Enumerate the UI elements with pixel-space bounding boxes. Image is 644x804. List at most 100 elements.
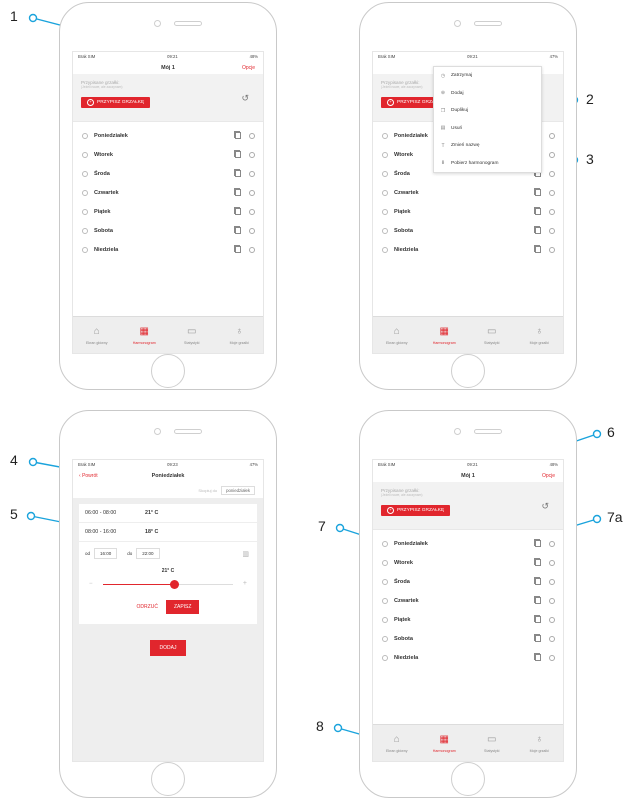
tab-heaters[interactable]: ♁ Moje grzałki — [516, 725, 564, 761]
day-row[interactable]: Poniedziałek — [373, 534, 563, 553]
power-icon[interactable] — [549, 170, 555, 177]
tab-home[interactable]: ⌂ Ekran główny — [73, 317, 121, 353]
home-button[interactable] — [151, 762, 185, 796]
trash-icon[interactable]: ▥ — [242, 550, 249, 558]
day-row[interactable]: Czwartek — [373, 183, 563, 202]
day-row[interactable]: Środa — [73, 164, 263, 183]
menu-item-delete[interactable]: ▤ Usuń — [434, 120, 541, 138]
day-row[interactable]: Piątek — [373, 202, 563, 221]
day-row[interactable]: Sobota — [373, 629, 563, 648]
day-row[interactable]: Sobota — [73, 221, 263, 240]
tab-schedule[interactable]: ▦ Harmonogram — [121, 317, 169, 353]
tab-schedule[interactable]: ▦ Harmonogram — [421, 725, 469, 761]
day-row[interactable]: Sobota — [373, 221, 563, 240]
power-icon[interactable] — [549, 616, 555, 623]
day-row[interactable]: Piątek — [73, 202, 263, 221]
power-icon[interactable] — [249, 189, 255, 196]
radio[interactable] — [82, 246, 88, 253]
day-row[interactable]: Niedziela — [373, 648, 563, 667]
day-row[interactable]: Wtorek — [373, 553, 563, 572]
radio[interactable] — [82, 227, 88, 234]
power-icon[interactable] — [549, 654, 555, 661]
power-icon[interactable] — [249, 208, 255, 215]
power-icon[interactable] — [549, 597, 555, 604]
menu-item-rename[interactable]: T Zmień nazwę — [434, 137, 541, 155]
power-icon[interactable] — [249, 170, 255, 177]
discard-button[interactable]: ODRZUĆ — [137, 604, 158, 610]
copy-icon[interactable] — [233, 149, 241, 158]
power-icon[interactable] — [549, 227, 555, 234]
assign-heater-button[interactable]: + PRZYPISZ GRZAŁKĘ — [381, 504, 451, 516]
day-row[interactable]: Środa — [373, 572, 563, 591]
power-icon[interactable] — [549, 559, 555, 566]
power-icon[interactable] — [549, 246, 555, 253]
copy-icon[interactable] — [233, 187, 241, 196]
plus-icon[interactable]: + — [243, 580, 247, 587]
menu-item-download[interactable]: ⬇ Pobierz harmonogram — [434, 155, 541, 173]
copy-icon[interactable] — [533, 633, 541, 642]
power-icon[interactable] — [249, 132, 255, 139]
power-icon[interactable] — [249, 151, 255, 158]
radio[interactable] — [82, 151, 88, 158]
power-icon[interactable] — [549, 635, 555, 642]
options-button[interactable]: Opcje — [242, 65, 255, 71]
copy-icon[interactable] — [233, 225, 241, 234]
copy-icon[interactable] — [533, 187, 541, 196]
radio[interactable] — [82, 132, 88, 139]
copy-icon[interactable] — [233, 168, 241, 177]
copy-icon[interactable] — [533, 652, 541, 661]
radio[interactable] — [82, 189, 88, 196]
tab-home[interactable]: ⌂ Ekran główny — [373, 317, 421, 353]
history-icon[interactable]: ↺ — [541, 501, 549, 512]
temperature-slider[interactable]: − + — [89, 578, 247, 590]
copy-icon[interactable] — [533, 595, 541, 604]
tab-stats[interactable]: ▭ Statystyki — [468, 725, 516, 761]
day-row[interactable]: Niedziela — [73, 240, 263, 259]
home-button[interactable] — [451, 762, 485, 796]
copy-icon[interactable] — [233, 206, 241, 215]
copy-icon[interactable] — [533, 576, 541, 585]
tab-home[interactable]: ⌂ Ekran główny — [373, 725, 421, 761]
copy-icon[interactable] — [533, 557, 541, 566]
options-button[interactable]: Opcje — [542, 473, 555, 479]
copy-icon[interactable] — [533, 538, 541, 547]
power-icon[interactable] — [549, 540, 555, 547]
save-button[interactable]: ZAPISZ — [165, 600, 200, 614]
menu-item-add[interactable]: ⊕ Dodaj — [434, 85, 541, 103]
power-icon[interactable] — [549, 132, 555, 139]
power-icon[interactable] — [549, 578, 555, 585]
tab-schedule[interactable]: ▦ Harmonogram — [421, 317, 469, 353]
minus-icon[interactable]: − — [89, 581, 93, 587]
to-time-input[interactable]: 22:00 — [136, 548, 160, 559]
copy-icon[interactable] — [233, 130, 241, 139]
slider-thumb[interactable] — [170, 580, 179, 589]
menu-item-duplicate[interactable]: ❐ Duplikuj — [434, 102, 541, 120]
radio[interactable] — [82, 208, 88, 215]
power-icon[interactable] — [249, 227, 255, 234]
tab-heaters[interactable]: ♁ Moje grzałki — [216, 317, 264, 353]
tab-heaters[interactable]: ♁ Moje grzałki — [516, 317, 564, 353]
interval-row[interactable]: 06:00 - 08:00 21° C — [79, 504, 257, 523]
day-row[interactable]: Wtorek — [73, 145, 263, 164]
copy-icon[interactable] — [533, 225, 541, 234]
tab-stats[interactable]: ▭ Statystyki — [468, 317, 516, 353]
menu-item-stop[interactable]: ◷ Zatrzymaj — [434, 67, 541, 85]
history-icon[interactable]: ↺ — [241, 93, 249, 104]
assign-heater-button[interactable]: + PRZYPISZ GRZAŁKĘ — [81, 96, 151, 108]
interval-row[interactable]: 08:00 - 16:00 18° C — [79, 523, 257, 542]
copy-icon[interactable] — [533, 614, 541, 623]
day-row[interactable]: Niedziela — [373, 240, 563, 259]
home-button[interactable] — [451, 354, 485, 388]
tab-stats[interactable]: ▭ Statystyki — [168, 317, 216, 353]
copy-to-select[interactable]: poniedziałek — [221, 485, 255, 495]
power-icon[interactable] — [549, 208, 555, 215]
copy-icon[interactable] — [533, 206, 541, 215]
power-icon[interactable] — [549, 151, 555, 158]
power-icon[interactable] — [549, 189, 555, 196]
add-button[interactable]: DODAJ — [149, 640, 187, 656]
copy-icon[interactable] — [533, 244, 541, 253]
day-row[interactable]: Czwartek — [373, 591, 563, 610]
from-time-input[interactable]: 16:00 — [94, 548, 118, 559]
back-button[interactable]: ‹ Powrót — [79, 473, 98, 479]
day-row[interactable]: Piątek — [373, 610, 563, 629]
